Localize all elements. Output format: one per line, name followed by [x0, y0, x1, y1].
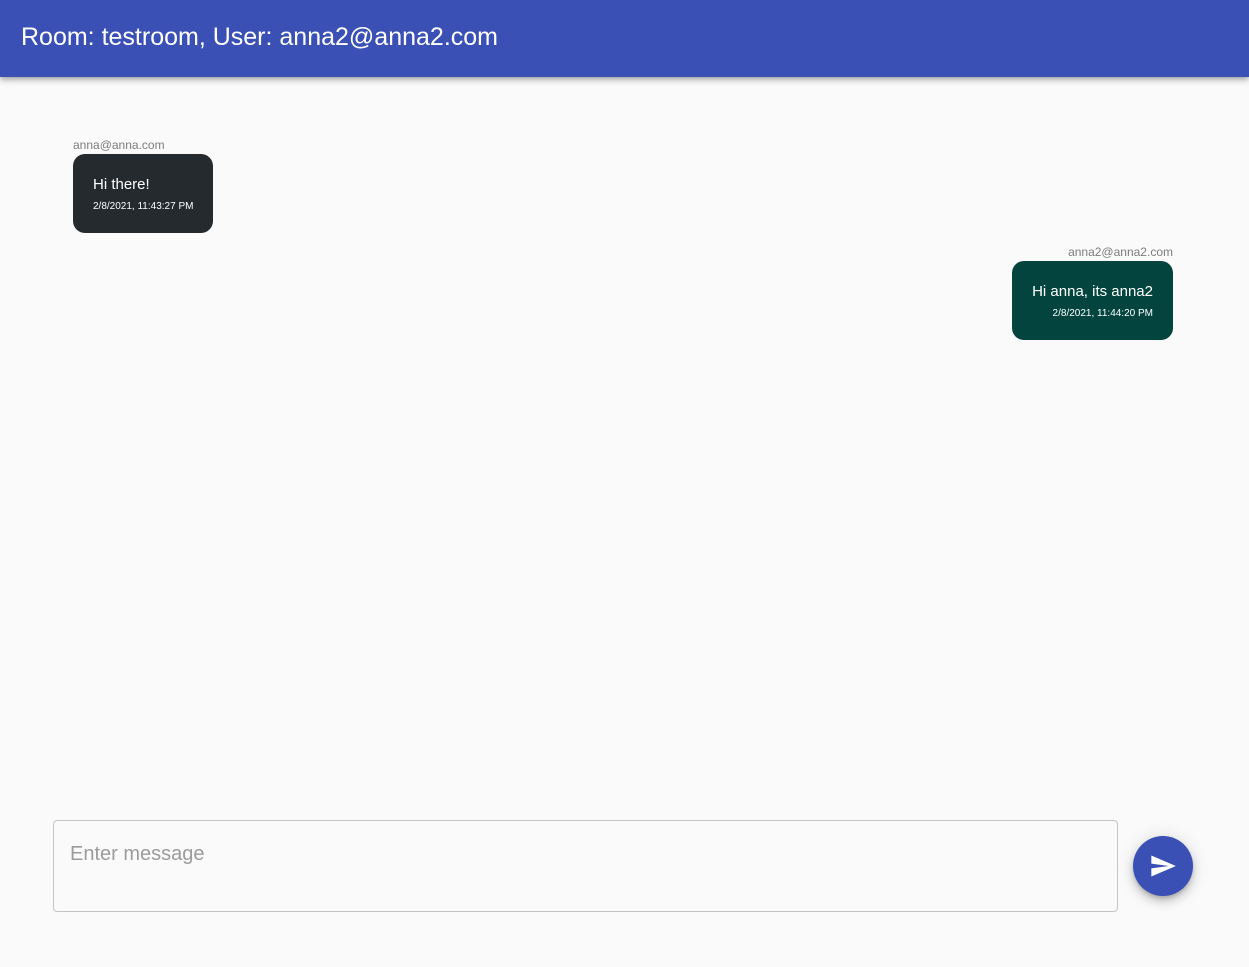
- message-input-container[interactable]: [53, 820, 1118, 912]
- send-icon: [1151, 855, 1176, 877]
- message-received: anna@anna.com Hi there! 2/8/2021, 11:43:…: [73, 138, 214, 233]
- message-sent: anna2@anna2.com Hi anna, its anna2 2/8/2…: [1012, 245, 1173, 340]
- message-bubble: Hi anna, its anna2 2/8/2021, 11:44:20 PM: [1012, 261, 1173, 340]
- message-text: Hi anna, its anna2: [1032, 283, 1153, 300]
- message-sender: anna@anna.com: [73, 138, 165, 152]
- message-timestamp: 2/8/2021, 11:44:20 PM: [1052, 308, 1153, 319]
- message-bubble: Hi there! 2/8/2021, 11:43:27 PM: [73, 154, 214, 233]
- message-timestamp: 2/8/2021, 11:43:27 PM: [93, 201, 194, 212]
- app-bar: Room: testroom, User: anna2@anna2.com: [0, 0, 1249, 77]
- message-sender: anna2@anna2.com: [1068, 245, 1173, 259]
- page-title: Room: testroom, User: anna2@anna2.com: [21, 23, 498, 51]
- send-button[interactable]: [1133, 836, 1193, 896]
- message-text: Hi there!: [93, 176, 150, 193]
- message-input[interactable]: [70, 841, 1100, 891]
